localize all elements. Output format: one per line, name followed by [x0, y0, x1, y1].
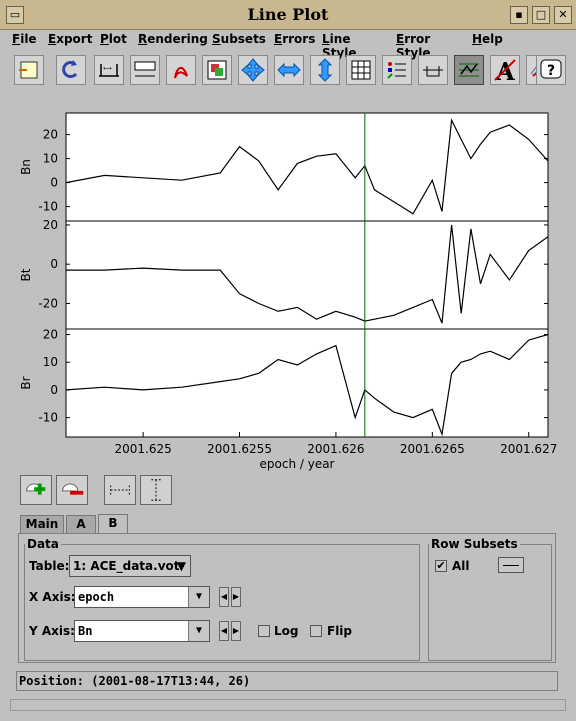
y-tick-label: 20 [43, 128, 58, 142]
y-axis-select[interactable]: Bn ▼ [74, 620, 210, 642]
menu-errors[interactable]: Errors [274, 32, 315, 46]
flip-label: Flip [327, 624, 353, 638]
table-select[interactable]: 1: ACE_data.vot ▼ [69, 555, 191, 577]
tab-main[interactable]: Main [20, 515, 64, 533]
chevron-down-icon: ▼ [176, 559, 186, 573]
all-subset-checkbox[interactable]: ✔ [435, 560, 447, 572]
resize-both-icon[interactable] [238, 55, 268, 85]
all-subset-label: All [452, 559, 470, 573]
y-tick-label: -10 [38, 411, 58, 425]
legend-icon[interactable] [382, 55, 412, 85]
menu-file[interactable]: File [12, 32, 37, 46]
y-axis-label-bn: Bn [19, 159, 33, 175]
help-icon[interactable]: ? [536, 55, 566, 85]
chevron-down-icon[interactable]: ▼ [188, 587, 209, 607]
y-tick-label: -20 [38, 296, 58, 310]
x-axis-next-icon[interactable]: ▶ [231, 587, 241, 607]
flip-checkbox[interactable] [310, 625, 322, 637]
y-axis-prev-icon[interactable]: ◀ [219, 621, 229, 641]
y-range-icon[interactable] [140, 475, 172, 505]
resize-horizontal-icon[interactable] [274, 55, 304, 85]
position-status: Position: (2001-08-17T13:44, 26) [16, 671, 558, 691]
row-subsets-group: Row Subsets [428, 537, 552, 661]
close-icon[interactable]: ✕ [554, 6, 572, 24]
replot-icon[interactable] [56, 55, 86, 85]
menu-subsets[interactable]: Subsets [212, 32, 266, 46]
x-tick-label: 2001.625 [114, 442, 171, 456]
maximize-icon[interactable]: □ [532, 6, 550, 24]
axis-edit-icon[interactable]: ⟷ [94, 55, 124, 85]
remove-subset-icon[interactable] [56, 475, 88, 505]
pdf-export-icon[interactable] [166, 55, 196, 85]
window-menu-icon[interactable]: ▭ [6, 6, 24, 24]
grid-icon[interactable] [346, 55, 376, 85]
y-axis-label: Y Axis: [29, 624, 75, 638]
x-tick-label: 2001.6265 [400, 442, 465, 456]
x-tick-label: 2001.626 [307, 442, 364, 456]
title-icon[interactable] [130, 55, 160, 85]
menu-export[interactable]: Export [48, 32, 92, 46]
data-group-title: Data [27, 537, 59, 551]
plot-panel-bn [65, 112, 549, 222]
y-axis-label-br: Br [19, 376, 33, 389]
log-checkbox[interactable] [258, 625, 270, 637]
y-tick-label: 0 [50, 176, 58, 190]
image-export-icon[interactable] [202, 55, 232, 85]
y-tick-label: -10 [38, 200, 58, 214]
y-axis-label-bt: Bt [19, 268, 33, 281]
add-subset-icon[interactable] [20, 475, 52, 505]
minimize-icon[interactable]: ▪ [510, 6, 528, 24]
y-tick-label: 10 [43, 355, 58, 369]
window-title: Line Plot [247, 5, 329, 24]
table-label: Table: [29, 559, 70, 573]
plot-panel-br [65, 328, 549, 438]
toolbar: ⟷ A [10, 52, 566, 88]
svg-text:⟷: ⟷ [103, 65, 112, 72]
tab-a[interactable]: A [66, 515, 96, 533]
y-tick-label: 10 [43, 152, 58, 166]
menu-plot[interactable]: Plot [100, 32, 127, 46]
row-subsets-title: Row Subsets [431, 537, 518, 551]
chevron-down-icon[interactable]: ▼ [188, 621, 209, 641]
x-axis-select-value: epoch [78, 590, 115, 604]
x-axis-prev-icon[interactable]: ◀ [219, 587, 229, 607]
y-tick-label: 20 [43, 218, 58, 232]
zero-line-icon[interactable] [418, 55, 448, 85]
y-tick-label: 0 [50, 257, 58, 271]
window-icon[interactable] [14, 55, 44, 85]
menu-help[interactable]: Help [472, 32, 503, 46]
menu-rendering[interactable]: Rendering [138, 32, 208, 46]
antialias-icon[interactable]: A [490, 55, 520, 85]
y-axis-next-icon[interactable]: ▶ [231, 621, 241, 641]
y-tick-label: 20 [43, 328, 58, 342]
svg-text:?: ? [547, 63, 555, 79]
x-axis-select[interactable]: epoch ▼ [74, 586, 210, 608]
table-select-value: 1: ACE_data.vot [73, 559, 180, 573]
resize-vertical-icon[interactable] [310, 55, 340, 85]
x-range-icon[interactable] [104, 475, 136, 505]
line-plot[interactable]: 20 10 0 -10 Bn 20 0 -20 Bt 20 10 0 -10 Br 2001.625 2001… [10, 100, 566, 472]
x-axis-label: X Axis: [29, 590, 76, 604]
x-axis-label: epoch / year [260, 457, 335, 471]
log-label: Log [274, 624, 299, 638]
x-tick-label: 2001.627 [500, 442, 557, 456]
y-axis-select-value: Bn [78, 624, 93, 638]
bottom-progress-bar [10, 699, 566, 711]
tab-b[interactable]: B [98, 514, 128, 534]
x-tick-label: 2001.6255 [207, 442, 272, 456]
y-tick-label: 0 [50, 383, 58, 397]
subset-style-icon[interactable] [498, 557, 524, 573]
line-mode-icon[interactable] [454, 55, 484, 85]
